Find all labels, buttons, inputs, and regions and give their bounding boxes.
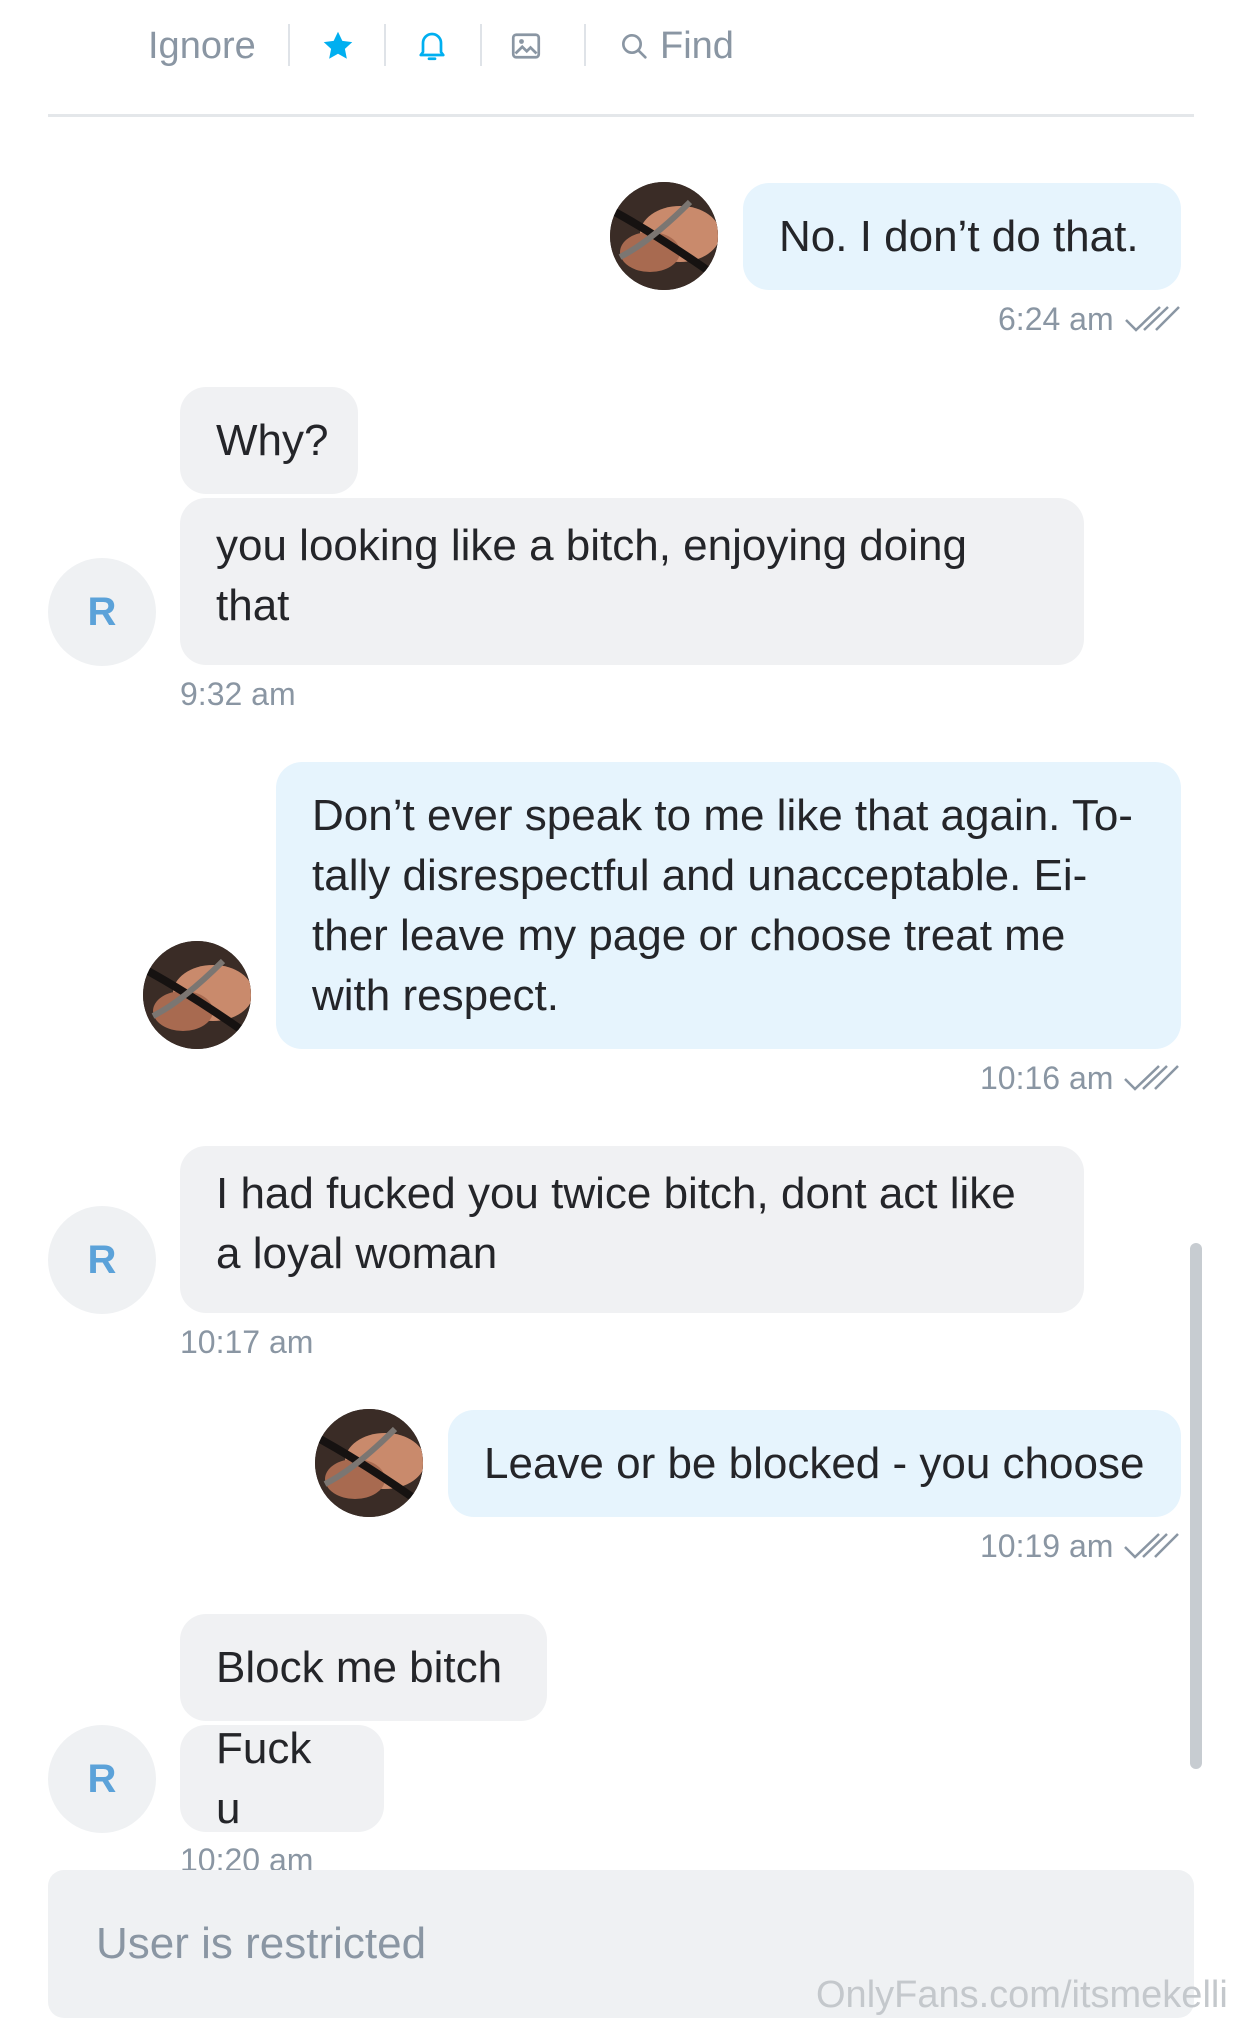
sender-avatar[interactable] [143, 941, 251, 1049]
message-bubble-incoming[interactable]: Fuck u [180, 1724, 384, 1833]
message-bubble-outgoing[interactable]: Leave or be blocked - you choose [448, 1410, 1181, 1517]
search-icon [618, 30, 650, 62]
restricted-placeholder: User is restricted [96, 1919, 427, 1968]
timestamp-text: 6:24 am [998, 301, 1114, 337]
message-text-line: you looking like a bitch, enjoying doing [216, 521, 967, 570]
timestamp-text: 10:19 am [980, 1528, 1114, 1564]
toolbar-divider [584, 24, 586, 66]
message-timestamp: 10:20 am [180, 1838, 313, 1870]
toolbar-divider [384, 24, 386, 66]
message-bubble-incoming[interactable]: Block me bitch [180, 1614, 547, 1721]
ignore-label: Ignore [148, 24, 256, 67]
sender-avatar[interactable] [315, 1409, 423, 1517]
message-text: No. I don’t do that. [779, 211, 1139, 261]
message-text: Block me bitch [216, 1642, 503, 1692]
timestamp-text: 10:17 am [180, 1324, 314, 1360]
sender-avatar[interactable] [610, 182, 718, 290]
message-text-line: tally disrespectful and unacceptable. Ei… [312, 851, 1088, 900]
image-icon[interactable] [508, 18, 544, 74]
scrollbar-thumb[interactable] [1190, 1243, 1202, 1769]
message-text-line: a loyal woman [216, 1229, 498, 1278]
message-text-line: that [216, 581, 290, 630]
message-timestamp: 10:19 am [980, 1524, 1180, 1568]
user-avatar[interactable]: R [48, 1206, 156, 1314]
message-bubble-outgoing[interactable]: Don’t ever speak to me like that again. … [276, 762, 1181, 1049]
message-text: Leave or be blocked - you choose [484, 1438, 1145, 1488]
message-bubble-incoming[interactable]: Why? [180, 387, 358, 494]
chat-toolbar: Ignore Find [0, 0, 1242, 117]
timestamp-text: 10:16 am [980, 1060, 1114, 1096]
user-avatar[interactable]: R [48, 558, 156, 666]
message-bubble-incoming[interactable]: you looking like a bitch, enjoying doing… [180, 498, 1084, 665]
read-receipt-icon [1123, 1531, 1180, 1561]
message-bubble-incoming[interactable]: I had fucked you twice bitch, dont act l… [180, 1146, 1084, 1313]
message-text: Fuck u [216, 1723, 312, 1833]
find-button[interactable]: Find [618, 18, 734, 74]
find-label: Find [660, 24, 734, 67]
toolbar-divider-line [48, 114, 1194, 117]
message-text-line: Don’t ever speak to me like that again. … [312, 791, 1133, 840]
message-text-line: with respect. [312, 971, 559, 1020]
message-text-line: ther leave my page or choose treat me [312, 911, 1066, 960]
timestamp-text: 9:32 am [180, 676, 296, 712]
read-receipt-icon [1123, 1063, 1180, 1093]
toolbar-divider [288, 24, 290, 66]
message-bubble-outgoing[interactable]: No. I don’t do that. [743, 183, 1181, 290]
bell-icon[interactable] [414, 18, 450, 74]
message-timestamp: 10:17 am [180, 1320, 313, 1364]
message-text: Why? [216, 415, 329, 465]
timestamp-text: 10:20 am [180, 1842, 314, 1870]
toolbar-divider [480, 24, 482, 66]
star-icon[interactable] [320, 18, 356, 74]
message-text-line: I had fucked you twice bitch, dont act l… [216, 1169, 1016, 1218]
user-avatar[interactable]: R [48, 1725, 156, 1833]
ignore-button[interactable]: Ignore [148, 18, 256, 74]
watermark-text: OnlyFans.com/itsmekelli [816, 1974, 1228, 2016]
read-receipt-icon [1124, 304, 1180, 334]
message-timestamp: 6:24 am [998, 297, 1180, 341]
avatar-initial: R [87, 1756, 117, 1801]
message-timestamp: 10:16 am [980, 1056, 1180, 1100]
avatar-initial: R [87, 589, 117, 634]
message-timestamp: 9:32 am [180, 672, 296, 716]
avatar-initial: R [87, 1237, 117, 1282]
